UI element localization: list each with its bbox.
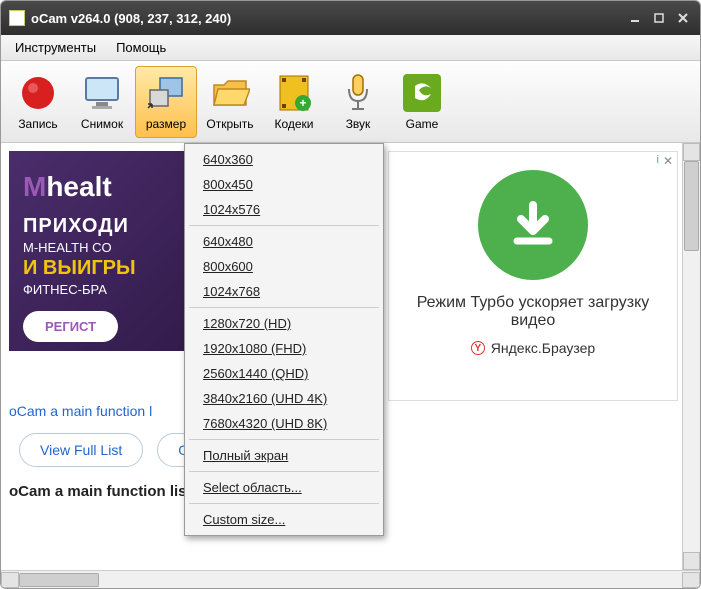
scroll-up-button[interactable] <box>683 143 700 161</box>
vertical-scroll-thumb[interactable] <box>684 161 699 251</box>
microphone-icon <box>338 73 378 113</box>
resize-icon <box>146 73 186 113</box>
maximize-button[interactable] <box>650 9 668 27</box>
close-button[interactable] <box>674 9 692 27</box>
function-list-link[interactable]: oCam a main function l <box>9 403 152 419</box>
ad-text: Режим Турбо ускоряет загрузку видео <box>403 294 663 330</box>
size-option[interactable]: 1024x768 <box>185 279 383 304</box>
open-button[interactable]: Открыть <box>199 66 261 138</box>
film-icon: + <box>274 73 314 113</box>
game-button[interactable]: Game <box>391 66 453 138</box>
size-option[interactable]: 7680x4320 (UHD 8K) <box>185 411 383 436</box>
right-ad-banner[interactable]: i ✕ Режим Турбо ускоряет загрузку видео … <box>388 151 678 401</box>
menubar: Инструменты Помощь <box>1 35 700 61</box>
svg-text:+: + <box>299 96 306 110</box>
ad-close-icon[interactable]: ✕ <box>663 154 673 168</box>
size-option[interactable]: 640x360 <box>185 147 383 172</box>
menu-separator <box>189 307 379 308</box>
button-row: View Full List O <box>19 433 210 467</box>
horizontal-scroll-thumb[interactable] <box>19 573 99 587</box>
ad-info-icon[interactable]: i <box>657 154 659 166</box>
app-window: oCam v264.0 (908, 237, 312, 240) Инструм… <box>0 0 701 589</box>
size-option[interactable]: 640x480 <box>185 229 383 254</box>
menu-tools[interactable]: Инструменты <box>5 37 106 58</box>
scroll-right-button[interactable] <box>682 572 700 588</box>
snapshot-button[interactable]: Снимок <box>71 66 133 138</box>
select-area-option[interactable]: Select область... <box>185 475 383 500</box>
menu-help[interactable]: Помощь <box>106 37 176 58</box>
size-option[interactable]: 1920x1080 (FHD) <box>185 336 383 361</box>
size-option[interactable]: 800x450 <box>185 172 383 197</box>
scroll-down-button[interactable] <box>683 552 700 570</box>
codecs-button[interactable]: + Кодеки <box>263 66 325 138</box>
menu-separator <box>189 225 379 226</box>
titlebar: oCam v264.0 (908, 237, 312, 240) <box>1 1 700 35</box>
window-title: oCam v264.0 (908, 237, 312, 240) <box>31 11 231 26</box>
yandex-icon: Y <box>471 341 485 355</box>
size-option[interactable]: 2560x1440 (QHD) <box>185 361 383 386</box>
size-option[interactable]: 1280x720 (HD) <box>185 311 383 336</box>
size-option[interactable]: 1024x576 <box>185 197 383 222</box>
sound-button[interactable]: Звук <box>327 66 389 138</box>
menu-separator <box>189 471 379 472</box>
ad-register-button[interactable]: РЕГИСТ <box>23 311 118 342</box>
minimize-button[interactable] <box>626 9 644 27</box>
view-full-list-button[interactable]: View Full List <box>19 433 143 467</box>
download-icon <box>478 170 588 280</box>
size-button[interactable]: размер <box>135 66 197 138</box>
app-icon <box>9 10 25 26</box>
section-heading: oCam a main function list <box>9 483 192 500</box>
size-option[interactable]: 3840x2160 (UHD 4K) <box>185 386 383 411</box>
scroll-left-button[interactable] <box>1 572 19 588</box>
size-dropdown-menu: 640x360 800x450 1024x576 640x480 800x600… <box>184 143 384 536</box>
custom-size-option[interactable]: Custom size... <box>185 507 383 532</box>
ad-brand: Y Яндекс.Браузер <box>471 340 595 356</box>
horizontal-scrollbar[interactable] <box>1 570 700 588</box>
folder-icon <box>210 73 250 113</box>
vertical-scrollbar[interactable] <box>682 143 700 570</box>
menu-separator <box>189 439 379 440</box>
record-icon <box>18 73 58 113</box>
monitor-icon <box>82 73 122 113</box>
toolbar: Запись Снимок размер Открыть + Кодеки Зв… <box>1 61 700 143</box>
size-option[interactable]: 800x600 <box>185 254 383 279</box>
fullscreen-option[interactable]: Полный экран <box>185 443 383 468</box>
record-button[interactable]: Запись <box>7 66 69 138</box>
menu-separator <box>189 503 379 504</box>
nvidia-icon <box>402 73 442 113</box>
